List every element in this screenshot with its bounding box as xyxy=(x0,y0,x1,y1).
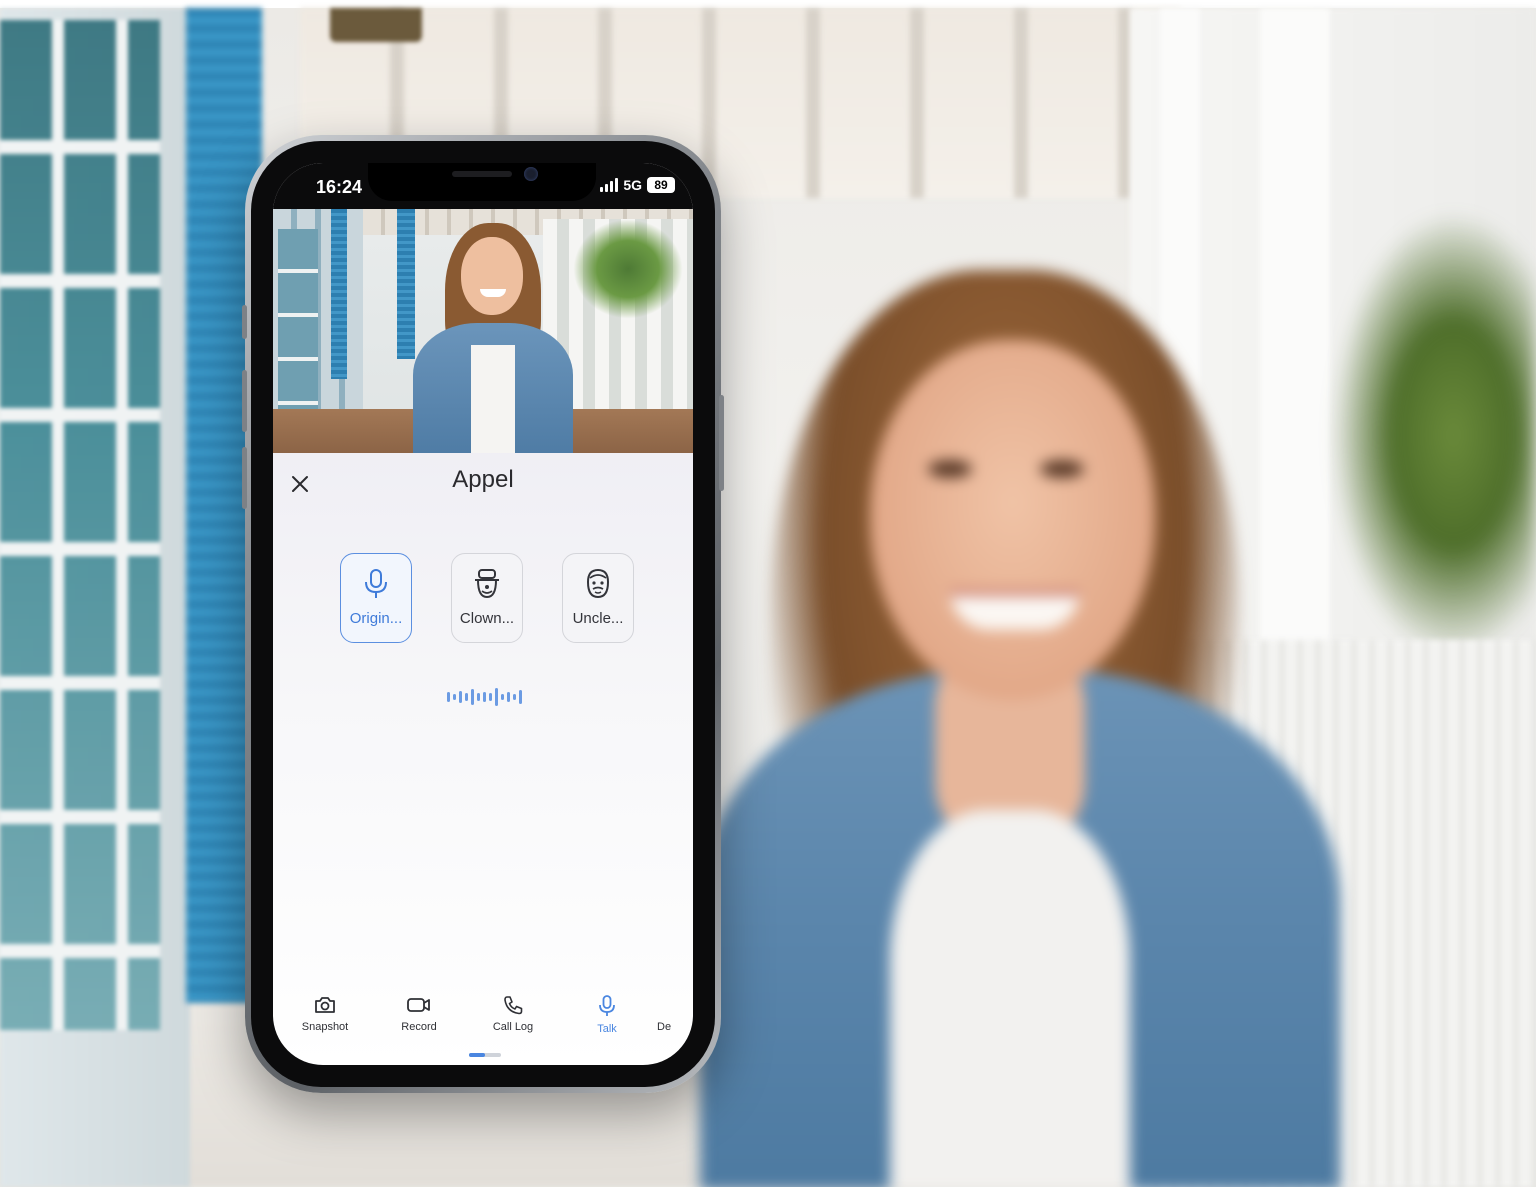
network-label: 5G xyxy=(623,177,642,193)
notch xyxy=(368,163,596,201)
top-border xyxy=(0,0,1536,8)
snapshot-button[interactable]: Snapshot xyxy=(285,995,365,1033)
voice-option-original[interactable]: Origin... xyxy=(340,553,412,643)
tool-label: Talk xyxy=(597,1023,617,1035)
volume-up-button xyxy=(242,370,247,432)
microphone-icon xyxy=(599,995,615,1016)
call-log-button[interactable]: Call Log xyxy=(473,995,553,1033)
power-button xyxy=(719,395,724,491)
page-indicator-active xyxy=(469,1053,485,1057)
record-button[interactable]: Record xyxy=(379,995,459,1033)
status-time: 16:24 xyxy=(316,177,363,197)
bottom-toolbar: Snapshot Record Call Log Talk De xyxy=(273,995,693,1045)
status-indicators: 5G 89 xyxy=(600,177,675,193)
waveform-icon xyxy=(439,687,529,707)
blurred-woman xyxy=(690,250,1350,1187)
visitor xyxy=(403,223,583,453)
tool-label: Snapshot xyxy=(301,1021,349,1033)
front-camera xyxy=(524,167,538,181)
signal-icon xyxy=(600,178,619,192)
tool-label: Call Log xyxy=(492,1021,534,1033)
uncle-face-icon xyxy=(586,568,610,599)
mute-switch xyxy=(242,305,247,339)
microphone-icon xyxy=(365,569,387,598)
battery-icon: 89 xyxy=(647,177,675,193)
voice-option-label: Uncle... xyxy=(572,610,624,627)
phone-icon xyxy=(504,996,523,1015)
clown-face-icon xyxy=(475,569,499,599)
voice-option-label: Origin... xyxy=(349,610,403,627)
tool-label: Record xyxy=(401,1021,437,1033)
voice-option-uncle[interactable]: Uncle... xyxy=(562,553,634,643)
talk-button[interactable]: Talk xyxy=(567,995,647,1035)
page-indicator xyxy=(469,1053,501,1057)
toolbar-item-partial[interactable]: De xyxy=(657,995,693,1033)
earpiece xyxy=(452,171,512,177)
porch-lamp xyxy=(330,8,422,42)
video-record-icon xyxy=(407,998,430,1012)
camera-icon xyxy=(315,997,335,1013)
plants xyxy=(1330,210,1536,660)
call-title: Appel xyxy=(452,466,514,493)
voice-option-label: Clown... xyxy=(459,610,515,627)
voice-option-clown[interactable]: Clown... xyxy=(451,553,523,643)
status-bar: 16:24 5G 89 xyxy=(273,163,693,209)
doorbell-video-feed[interactable] xyxy=(273,209,693,453)
tool-label: De xyxy=(657,1021,672,1033)
porch-background xyxy=(0,0,1536,1187)
house-window xyxy=(0,20,160,1030)
phone-screen: 16:24 5G 89 Appel Origin... Clown... Unc… xyxy=(273,163,693,1065)
volume-down-button xyxy=(242,447,247,509)
smartphone: 16:24 5G 89 Appel Origin... Clown... Unc… xyxy=(242,135,724,1093)
